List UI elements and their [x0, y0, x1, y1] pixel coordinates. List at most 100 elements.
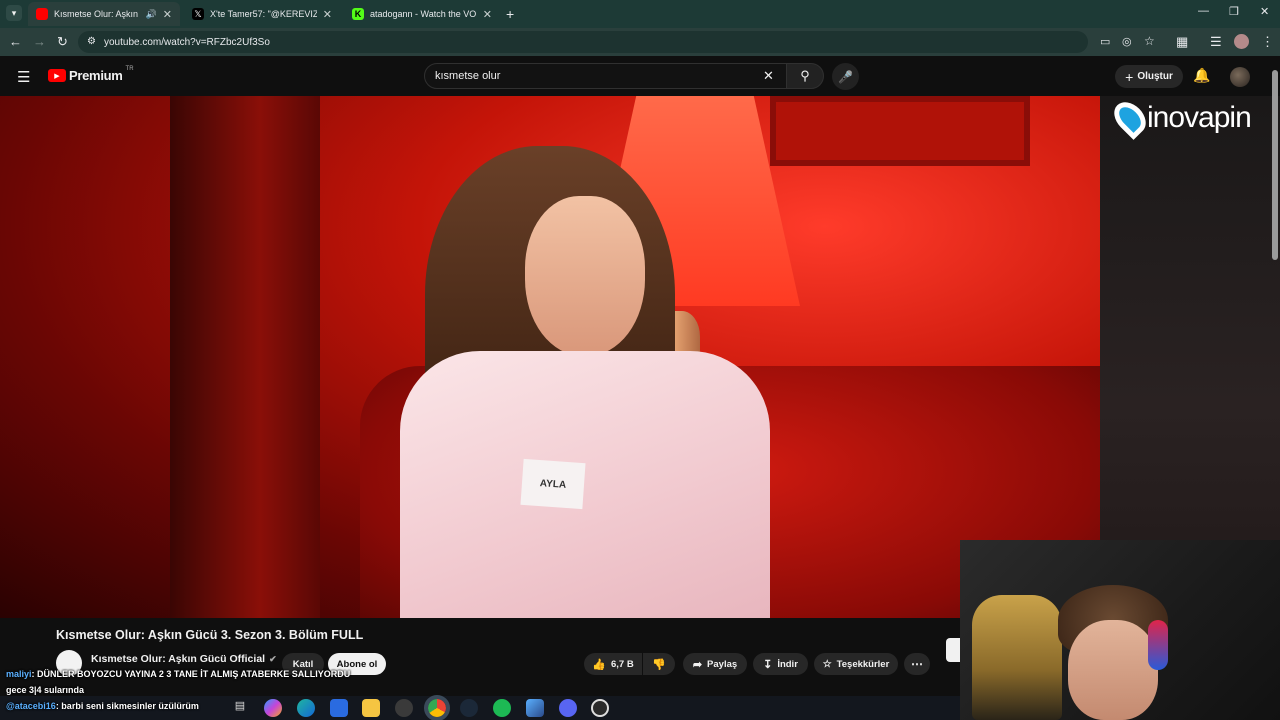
share-button[interactable]: ➦ Paylaş	[683, 653, 747, 675]
eye-off-icon[interactable]: ◎	[1122, 35, 1132, 48]
xbox-icon[interactable]	[395, 699, 413, 717]
search-icon: ⚲	[800, 68, 810, 83]
edge-icon[interactable]	[297, 699, 315, 717]
chat-message: gece 3|4 sularında	[6, 685, 84, 695]
reload-icon[interactable]: ↻	[57, 34, 68, 50]
side-panel-edge[interactable]	[946, 638, 960, 662]
logo-country-badge: TR	[125, 65, 134, 72]
chat-user: maliyi	[6, 669, 32, 679]
sponsor-logo: inovapin	[1108, 96, 1252, 140]
streamer-webcam	[960, 540, 1280, 720]
obs-icon[interactable]	[591, 699, 609, 717]
thanks-button[interactable]: ☆ Teşekkürler	[814, 653, 898, 675]
name-tag-text: AYLA	[539, 477, 567, 491]
youtube-header: ☰ ▶ Premium TR kısmetse olur ✕ ⚲ 🎤 + Olu…	[0, 56, 1280, 96]
video-info: Kısmetse Olur: Aşkın Gücü 3. Sezon 3. Bö…	[0, 618, 960, 698]
browser-tab-strip: ▾ Kısmetse Olur: Aşkın Gücü 🔊 ✕ 𝕏 X'te T…	[0, 0, 1280, 28]
download-button[interactable]: ↧ İndir	[753, 653, 808, 675]
new-tab-icon[interactable]: +	[506, 6, 514, 22]
verified-check-icon: ✔	[269, 653, 277, 664]
create-button[interactable]: + Oluştur	[1115, 65, 1183, 88]
chat-text: gece 3|4 sularında	[6, 685, 85, 695]
chat-message: @atacebi16: barbi seni sikmesinler üzülü…	[6, 701, 199, 711]
spotify-icon[interactable]	[493, 699, 511, 717]
download-icon: ↧	[763, 658, 773, 671]
tab-x[interactable]: 𝕏 X'te Tamer57: "@KEREVIZCI4 @ ✕	[184, 2, 340, 26]
chat-text: : barbi seni sikmesinler üzülürüm	[55, 701, 199, 711]
channel-name[interactable]: Kısmetse Olur: Aşkın Gücü Official ✔	[91, 653, 277, 665]
file-explorer-icon[interactable]	[362, 699, 380, 717]
app-icon[interactable]	[526, 699, 544, 717]
share-label: Paylaş	[707, 658, 738, 670]
more-icon: ⋯	[911, 657, 923, 671]
streamer-face	[1068, 620, 1158, 720]
chat-text: : DÜNLER BOYOZCU YAYINA 2 3 TANE İT ALMI…	[31, 669, 351, 679]
chrome-menu-icon[interactable]: ⋮	[1261, 34, 1274, 50]
youtube-logo[interactable]: ▶ Premium TR	[48, 65, 134, 83]
create-label: Oluştur	[1137, 71, 1173, 82]
close-tab-icon[interactable]: ✕	[163, 8, 172, 21]
tab-title: atadogann - Watch the VOD or	[370, 9, 477, 19]
thanks-label: Teşekkürler	[836, 658, 890, 670]
address-bar[interactable]: ⚙ youtube.com/watch?v=RFZbc2Uf3So ▭ ◎ ☆	[78, 31, 1155, 53]
voice-search-button[interactable]: 🎤	[832, 63, 859, 90]
dislike-button[interactable]: 👎	[643, 653, 675, 675]
clear-search-icon[interactable]: ✕	[763, 68, 774, 84]
profile-avatar[interactable]	[1234, 34, 1249, 49]
site-info-icon[interactable]: ⚙	[87, 36, 96, 47]
restore-icon[interactable]: ❐	[1229, 5, 1239, 18]
logo-text: Premium	[69, 68, 123, 83]
back-icon[interactable]: ←	[9, 34, 22, 49]
youtube-icon	[36, 8, 48, 20]
forward-icon[interactable]: →	[33, 34, 46, 49]
x-icon: 𝕏	[192, 8, 204, 20]
sponsor-logo-text: inovapin	[1147, 101, 1252, 134]
bookmark-star-icon[interactable]: ☆	[1144, 34, 1155, 48]
steam-icon[interactable]	[460, 699, 478, 717]
wall-panel-left	[170, 96, 320, 618]
download-label: İndir	[777, 658, 798, 670]
name-tag: AYLA	[520, 458, 586, 510]
close-window-icon[interactable]: ✕	[1260, 5, 1269, 18]
channel-name-text: Kısmetse Olur: Aşkın Gücü Official	[91, 653, 266, 665]
tab-youtube[interactable]: Kısmetse Olur: Aşkın Gücü 🔊 ✕	[28, 2, 180, 26]
media-controls-icon[interactable]: ☰	[1210, 34, 1222, 50]
account-avatar[interactable]	[1230, 67, 1250, 87]
discord-icon[interactable]	[559, 699, 577, 717]
search-input[interactable]: kısmetse olur ✕	[424, 63, 788, 89]
plus-icon: +	[1125, 68, 1134, 85]
kick-icon: K	[352, 8, 364, 20]
microphone-icon: 🎤	[838, 69, 853, 84]
copilot-icon[interactable]	[264, 699, 282, 717]
search-query: kısmetse olur	[435, 70, 501, 82]
person-face	[525, 196, 645, 356]
minimize-icon[interactable]: —	[1198, 5, 1209, 17]
tab-kick[interactable]: K atadogann - Watch the VOD or ✕	[344, 2, 500, 26]
extensions-icon[interactable]: ▦	[1176, 34, 1188, 50]
wall-panel-top	[770, 96, 1030, 166]
like-button[interactable]: 👍 6,7 B	[584, 653, 642, 675]
thumbs-down-icon: 👎	[652, 658, 666, 671]
hamburger-menu-icon[interactable]: ☰	[17, 68, 30, 86]
person-shirt	[400, 351, 770, 618]
scrollbar[interactable]	[1272, 70, 1278, 260]
more-actions-button[interactable]: ⋯	[904, 653, 930, 675]
tab-list-chevron-icon[interactable]: ▾	[6, 5, 22, 21]
share-icon: ➦	[692, 658, 703, 671]
browser-toolbar: ← → ↻ ⚙ youtube.com/watch?v=RFZbc2Uf3So …	[0, 28, 1280, 56]
thanks-icon: ☆	[822, 658, 832, 670]
close-tab-icon[interactable]: ✕	[483, 8, 492, 21]
task-view-icon[interactable]: ▤	[231, 699, 249, 717]
close-tab-icon[interactable]: ✕	[323, 8, 332, 21]
notifications-bell-icon[interactable]: 🔔	[1193, 67, 1210, 84]
search-button[interactable]: ⚲	[786, 63, 824, 89]
chrome-icon[interactable]	[424, 695, 450, 720]
video-player[interactable]: AYLA	[0, 96, 1100, 618]
speaker-icon[interactable]: 🔊	[146, 9, 157, 20]
cast-icon[interactable]: ▭	[1100, 35, 1110, 48]
like-count: 6,7 B	[610, 658, 634, 670]
gaming-chair	[972, 595, 1062, 720]
youtube-play-icon: ▶	[48, 69, 66, 82]
chat-message: maliyi: DÜNLER BOYOZCU YAYINA 2 3 TANE İ…	[6, 669, 350, 679]
store-icon[interactable]	[330, 699, 348, 717]
